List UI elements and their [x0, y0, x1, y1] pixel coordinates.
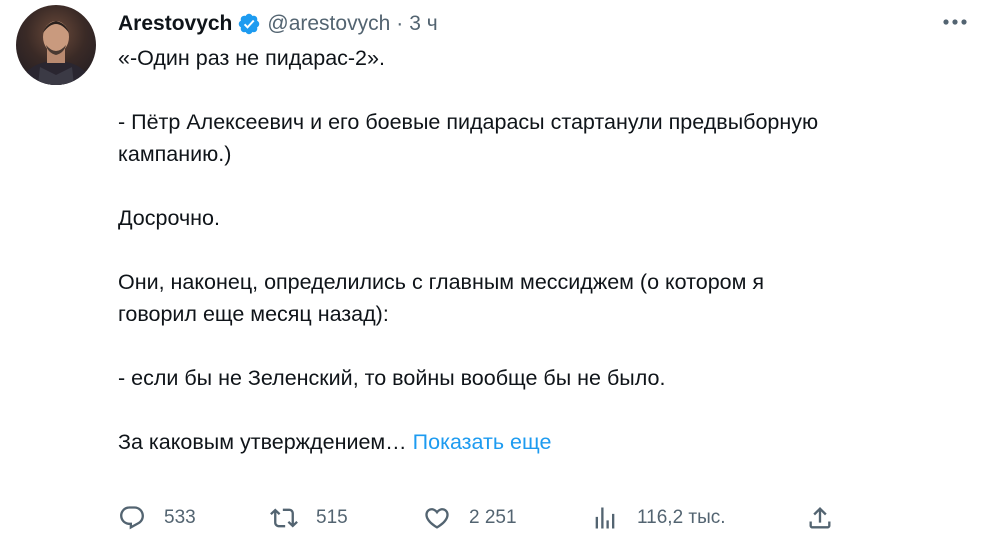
truncated-text: За каковым утверждением… — [118, 430, 407, 454]
reply-button[interactable]: 533 — [118, 500, 196, 536]
author-name[interactable]: Arestovych — [118, 12, 232, 36]
share-icon — [809, 507, 831, 529]
separator-dot: · — [396, 12, 404, 35]
reply-icon — [120, 506, 144, 530]
action-bar: 533 515 2 251 116,2 тыс. — [118, 500, 858, 536]
avatar[interactable] — [16, 5, 96, 85]
more-horizontal-icon[interactable] — [938, 10, 972, 34]
show-more-link[interactable]: Показать еще — [413, 430, 552, 454]
author-handle[interactable]: @arestovych — [267, 12, 390, 36]
tweet-line: Они, наконец, определились с главным мес… — [118, 270, 765, 294]
tweet-line: «-Один раз не пидарас-2». — [118, 46, 385, 70]
tweet-header: Arestovych @arestovych · 3 ч — [118, 8, 438, 40]
like-button[interactable]: 2 251 — [423, 500, 517, 536]
tweet: Arestovych @arestovych · 3 ч «-Один раз … — [0, 0, 1000, 539]
verified-badge-icon — [237, 12, 261, 36]
like-count: 2 251 — [469, 507, 517, 528]
reply-count: 533 — [164, 507, 196, 528]
tweet-line: - Пётр Алексеевич и его боевые пидарасы … — [118, 110, 819, 134]
views-icon — [595, 507, 615, 529]
tweet-line: Досрочно. — [118, 206, 220, 230]
avatar-photo — [22, 21, 90, 85]
retweet-icon — [270, 508, 298, 528]
share-button[interactable] — [806, 500, 834, 536]
retweet-button[interactable]: 515 — [270, 500, 348, 536]
heart-icon — [425, 508, 449, 529]
tweet-text: «-Один раз не пидарас-2». - Пётр Алексее… — [118, 42, 978, 458]
retweet-count: 515 — [316, 507, 348, 528]
tweet-line: - если бы не Зеленский, то войны вообще … — [118, 366, 666, 390]
timestamp[interactable]: 3 ч — [409, 12, 437, 36]
views-button[interactable]: 116,2 тыс. — [591, 500, 726, 536]
tweet-line: кампанию.) — [118, 142, 232, 166]
views-count: 116,2 тыс. — [637, 507, 726, 528]
tweet-line: говорил еще месяц назад): — [118, 302, 389, 326]
tweet-last-line: За каковым утверждением… Показать еще — [118, 426, 978, 458]
